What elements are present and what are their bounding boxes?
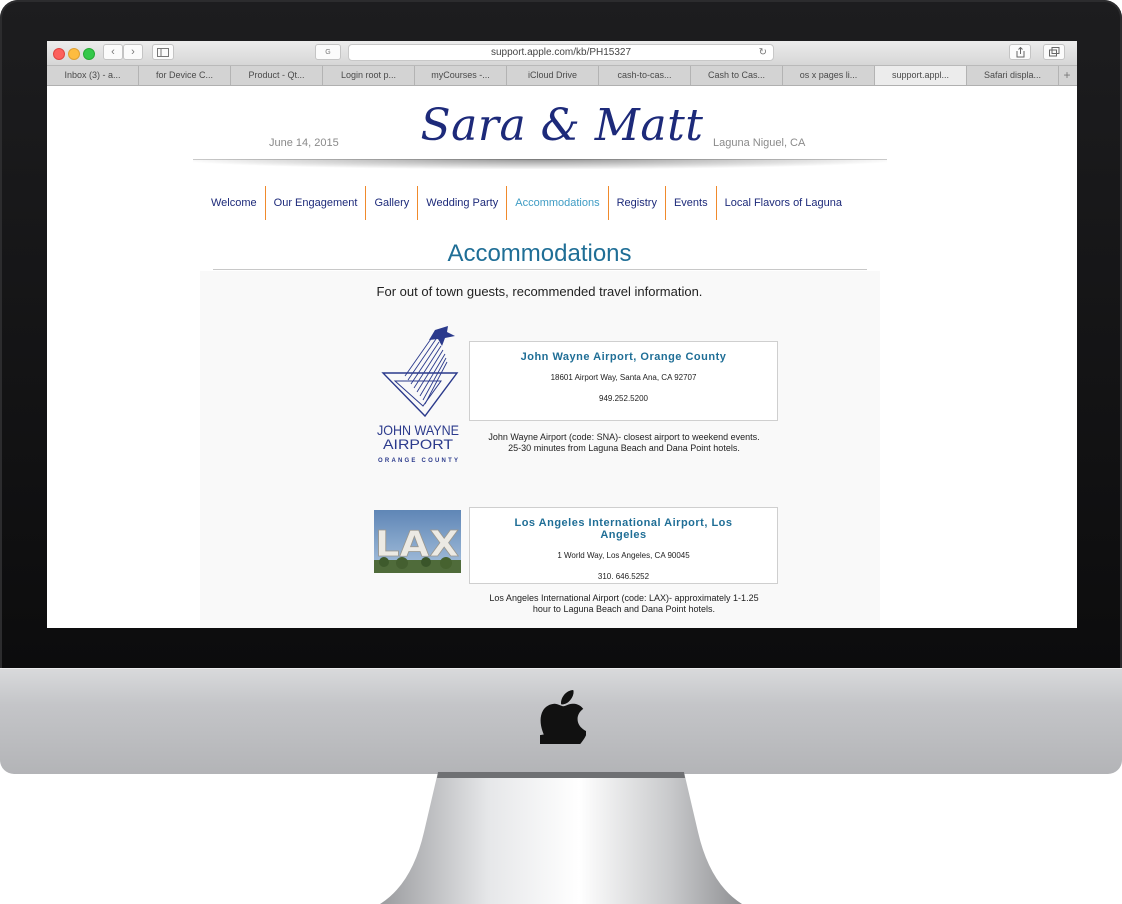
- tab-bar: Inbox (3) - a... for Device C... Product…: [47, 66, 1077, 86]
- back-button[interactable]: ‹: [103, 44, 123, 60]
- tabs-overview-icon: [1048, 47, 1059, 57]
- browser-tab[interactable]: cash-to-cas...: [599, 66, 691, 85]
- airport-card-lax: Los Angeles International Airport, Los A…: [469, 507, 778, 584]
- new-tab-button[interactable]: +: [1059, 66, 1075, 85]
- airport-name[interactable]: John Wayne Airport, Orange County: [470, 351, 777, 363]
- nav-local-flavors[interactable]: Local Flavors of Laguna: [717, 186, 850, 220]
- site-nav: Welcome Our Engagement Gallery Wedding P…: [203, 186, 850, 220]
- nav-events[interactable]: Events: [666, 186, 717, 220]
- url-text: support.apple.com/kb/PH15327: [490, 47, 632, 58]
- page-title: Accommodations: [447, 240, 632, 267]
- airport-description-line: Los Angeles International Airport (code:…: [489, 593, 759, 603]
- logo-text-orange-county: ORANGE COUNTY: [378, 458, 458, 464]
- browser-tab[interactable]: Login root p...: [323, 66, 415, 85]
- browser-tab[interactable]: myCourses -...: [415, 66, 507, 85]
- airport-description-line: hour to Laguna Beach and Dana Point hote…: [532, 604, 716, 614]
- airport-name[interactable]: Los Angeles International Airport, Los A…: [470, 517, 777, 541]
- browser-tab[interactable]: Cash to Cas...: [691, 66, 783, 85]
- airport-description-line: John Wayne Airport (code: SNA)- closest …: [488, 432, 760, 442]
- close-window-button[interactable]: [53, 48, 65, 60]
- browser-tab[interactable]: for Device C...: [139, 66, 231, 85]
- browser-toolbar: ‹ › G support.apple.com/kb/PH15327 ↻: [47, 41, 1077, 66]
- wedding-date: June 14, 2015: [269, 137, 339, 149]
- screen: ‹ › G support.apple.com/kb/PH15327 ↻ Inb…: [47, 41, 1077, 628]
- imac-stand: [380, 772, 742, 904]
- sidebar-button[interactable]: [152, 44, 174, 60]
- reload-icon[interactable]: ↻: [759, 45, 767, 60]
- zoom-window-button[interactable]: [83, 48, 95, 60]
- site-title[interactable]: Sara & Matt: [377, 100, 747, 151]
- url-bar[interactable]: support.apple.com/kb/PH15327 ↻: [348, 44, 774, 61]
- nav-registry[interactable]: Registry: [609, 186, 666, 220]
- browser-tab-active[interactable]: support.appl...: [875, 66, 967, 85]
- sidebar-icon: [157, 47, 169, 57]
- nav-welcome[interactable]: Welcome: [203, 186, 266, 220]
- nav-wedding-party[interactable]: Wedding Party: [418, 186, 508, 220]
- lax-sign-photo: LAX: [374, 510, 461, 573]
- airport-description-line: 25-30 minutes from Laguna Beach and Dana…: [508, 443, 740, 453]
- wedding-location: Laguna Niguel, CA: [713, 137, 806, 149]
- airport-name-line: Los Angeles International Airport, Los: [514, 517, 733, 529]
- browser-tab[interactable]: iCloud Drive: [507, 66, 599, 85]
- airport-description: Los Angeles International Airport (code:…: [459, 593, 789, 615]
- web-page: June 14, 2015 Sara & Matt Laguna Niguel,…: [47, 86, 1077, 628]
- john-wayne-airport-logo: JOHN WAYNE AIRPORT ORANGE COUNTY: [377, 326, 459, 464]
- airport-address: 18601 Airport Way, Santa Ana, CA 92707: [550, 373, 697, 382]
- airport-name-line: Angeles: [600, 529, 647, 541]
- share-icon: [1016, 46, 1024, 57]
- nav-accommodations[interactable]: Accommodations: [507, 186, 609, 220]
- chevron-right-icon: ›: [131, 46, 135, 58]
- minimize-window-button[interactable]: [68, 48, 80, 60]
- airport-phone: 310. 646.5252: [597, 572, 650, 581]
- search-engine-badge[interactable]: G: [315, 44, 341, 60]
- share-button[interactable]: [1009, 44, 1031, 60]
- browser-tab[interactable]: Product - Qt...: [231, 66, 323, 85]
- airport-phone: 949.252.5200: [599, 394, 648, 403]
- browser-tab[interactable]: os x pages li...: [783, 66, 875, 85]
- airport-card-sna: John Wayne Airport, Orange County 18601 …: [469, 341, 778, 421]
- forward-button[interactable]: ›: [123, 44, 143, 60]
- header-shadow: [193, 159, 887, 169]
- heading-divider: [213, 269, 867, 270]
- nav-our-engagement[interactable]: Our Engagement: [266, 186, 367, 220]
- chevron-left-icon: ‹: [111, 46, 115, 58]
- intro-text: For out of town guests, recommended trav…: [376, 284, 703, 299]
- logo-text-airport: AIRPORT: [383, 436, 453, 452]
- apple-logo-icon: [540, 690, 586, 744]
- airport-address: 1 World Way, Los Angeles, CA 90045: [557, 551, 690, 560]
- browser-tab[interactable]: Safari displa...: [967, 66, 1059, 85]
- show-tabs-button[interactable]: [1043, 44, 1065, 60]
- browser-tab[interactable]: Inbox (3) - a...: [47, 66, 139, 85]
- airport-description: John Wayne Airport (code: SNA)- closest …: [459, 432, 789, 454]
- nav-gallery[interactable]: Gallery: [366, 186, 419, 220]
